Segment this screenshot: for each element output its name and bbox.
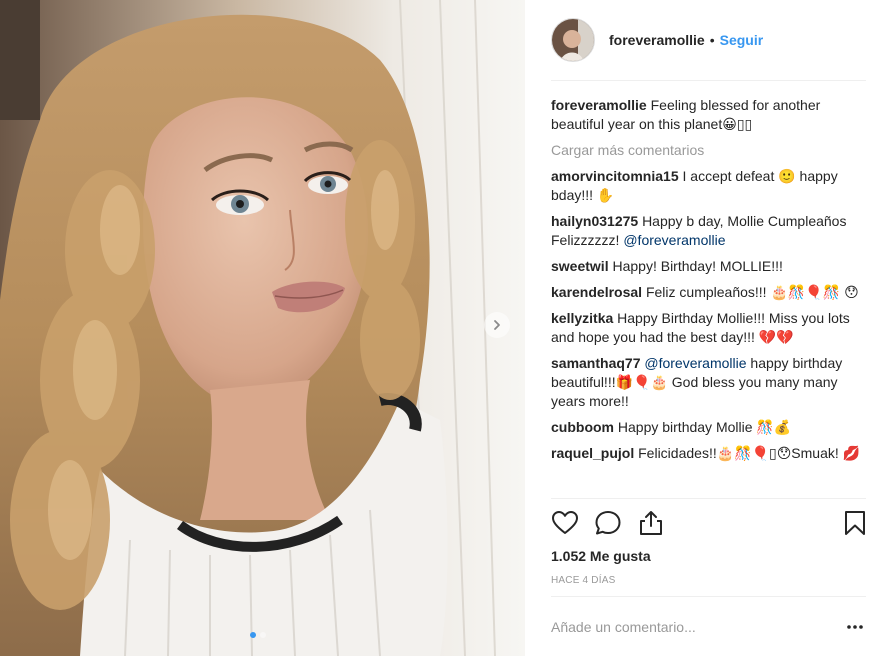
follow-button[interactable]: Seguir — [720, 32, 764, 48]
comment-button[interactable] — [594, 509, 622, 537]
carousel-next-button[interactable] — [484, 312, 510, 338]
avatar-image — [552, 19, 594, 61]
like-button[interactable] — [551, 509, 579, 537]
likes-count[interactable]: 1.052 Me gusta — [551, 548, 651, 564]
comment-item: kellyzitka Happy Birthday Mollie!!! Miss… — [551, 309, 869, 347]
add-comment-form — [551, 607, 866, 647]
instagram-post: foreveramollie • Seguir foreveramollie F… — [0, 0, 878, 656]
comment-text: Happy! Birthday! MOLLIE!!! — [612, 258, 783, 274]
caption: foreveramollie Feeling blessed for anoth… — [551, 96, 869, 134]
bookmark-icon — [845, 511, 865, 535]
comment-item: cubboom Happy birthday Mollie 🎊💰 — [551, 418, 869, 437]
post-username[interactable]: foreveramollie — [609, 32, 705, 48]
comment-item: samanthaq77 @foreveramollie happy birthd… — [551, 354, 869, 411]
comment-item: raquel_pujol Felicidades!!🎂🎊🎈▯😯Smuak! 💋 — [551, 444, 869, 463]
comment-text: Feliz cumpleaños!!! 🎂🎊🎈🎊 😯 — [645, 284, 859, 300]
carousel-dot — [250, 632, 256, 638]
post-timestamp[interactable]: HACE 4 DÍAS — [551, 575, 615, 586]
comment-text: Happy birthday Mollie 🎊💰 — [617, 419, 792, 435]
post-media[interactable] — [0, 0, 525, 656]
comment-item: amorvincitomnia15 I accept defeat 🙂 happ… — [551, 167, 869, 205]
save-button[interactable] — [841, 509, 869, 537]
more-options-button[interactable] — [846, 619, 864, 635]
post-photo — [0, 0, 525, 656]
comment-mention[interactable]: @foreveramollie — [644, 355, 746, 371]
comment-item: sweetwil Happy! Birthday! MOLLIE!!! — [551, 257, 869, 276]
action-bar — [551, 509, 867, 539]
comment-text: Felicidades!!🎂🎊🎈▯😯Smuak! 💋 — [638, 445, 861, 461]
comment-username[interactable]: samanthaq77 — [551, 355, 640, 371]
more-options-icon — [847, 625, 863, 629]
carousel-indicator — [250, 632, 266, 638]
comment-username[interactable]: karendelrosal — [551, 284, 642, 300]
chevron-right-icon — [494, 320, 500, 330]
share-button[interactable] — [637, 509, 665, 537]
post-header: foreveramollie • Seguir — [551, 0, 866, 81]
header-separator: • — [709, 32, 715, 48]
comment-item: karendelrosal Feliz cumpleaños!!! 🎂🎊🎈🎊 😯 — [551, 283, 869, 302]
comment-mention[interactable]: @foreveramollie — [623, 232, 725, 248]
comment-username[interactable]: cubboom — [551, 419, 614, 435]
divider — [551, 498, 866, 499]
load-more-comments-button[interactable]: Cargar más comentarios — [551, 141, 869, 160]
comment-username[interactable]: sweetwil — [551, 258, 609, 274]
comment-input[interactable] — [551, 619, 831, 635]
comments-list[interactable]: foreveramollie Feeling blessed for anoth… — [551, 96, 869, 496]
comment-username[interactable]: hailyn031275 — [551, 213, 638, 229]
share-icon — [640, 511, 662, 535]
comment-username[interactable]: raquel_pujol — [551, 445, 634, 461]
heart-icon — [552, 511, 578, 534]
comment-username[interactable]: amorvincitomnia15 — [551, 168, 679, 184]
divider — [551, 596, 866, 597]
post-sidebar: foreveramollie • Seguir foreveramollie F… — [525, 0, 878, 656]
comment-username[interactable]: kellyzitka — [551, 310, 613, 326]
comment-icon — [595, 511, 621, 535]
avatar[interactable] — [551, 18, 595, 62]
caption-username[interactable]: foreveramollie — [551, 97, 647, 113]
comment-item: hailyn031275 Happy b day, Mollie Cumplea… — [551, 212, 869, 250]
carousel-dot — [260, 632, 266, 638]
